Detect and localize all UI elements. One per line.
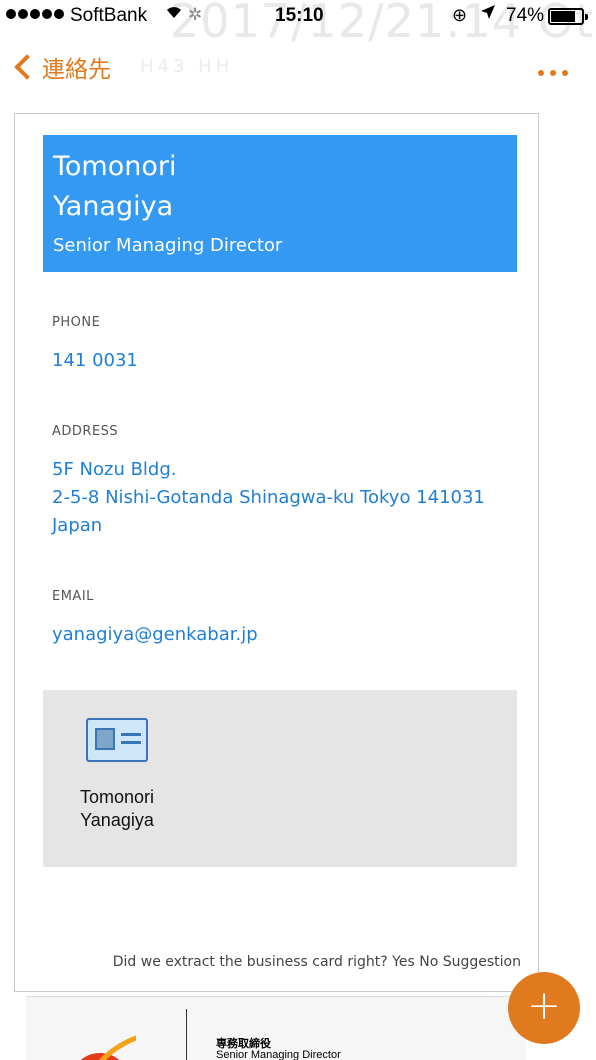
contact-first-name: Tomonori bbox=[53, 151, 177, 182]
preview-divider bbox=[186, 1009, 187, 1060]
attachment-name-line-2: Yanagiya bbox=[80, 810, 154, 830]
business-card-preview[interactable]: 専務取締役 Senior Managing Director bbox=[26, 996, 526, 1060]
company-logo-icon bbox=[80, 1035, 136, 1060]
location-arrow-icon bbox=[480, 4, 496, 25]
carrier-name: SoftBank bbox=[70, 5, 148, 26]
feedback-suggestion-link[interactable]: Suggestion bbox=[443, 954, 521, 970]
attachment-name-line-1: Tomonori bbox=[79, 787, 155, 807]
feedback-no-link[interactable]: No bbox=[419, 954, 438, 970]
signal-strength-icon bbox=[6, 9, 64, 19]
email-label: EMAIL bbox=[52, 589, 94, 604]
attachment-name: Tomonori Yanagiya bbox=[75, 786, 159, 832]
more-options-button[interactable] bbox=[538, 70, 568, 76]
address-value[interactable]: 5F Nozu Bldg. 2-5-8 Nishi-Gotanda Shinag… bbox=[52, 456, 485, 540]
dot-icon bbox=[550, 70, 556, 76]
attachment-panel: Tomonori Yanagiya bbox=[43, 690, 517, 867]
contact-card: Tomonori Yanagiya Senior Managing Direct… bbox=[14, 113, 539, 992]
rotation-lock-icon: ⊕ bbox=[452, 5, 468, 25]
dot-icon bbox=[538, 70, 544, 76]
address-line-2: 2-5-8 Nishi-Gotanda Shinagwa-ku Tokyo 14… bbox=[52, 487, 485, 508]
address-line-3: Japan bbox=[52, 515, 103, 536]
activity-spinner-icon: ✲ bbox=[188, 5, 203, 24]
email-value[interactable]: yanagiya@genkabar.jp bbox=[52, 621, 258, 649]
wifi-icon bbox=[164, 3, 184, 25]
feedback-question: Did we extract the business card right? bbox=[112, 954, 388, 970]
business-card-icon bbox=[86, 718, 148, 762]
status-bar: 2017/12/21:14 Oto SoftBank ✲ 15:10 ⊕ 74% bbox=[0, 0, 596, 48]
feedback-yes-link[interactable]: Yes bbox=[392, 954, 415, 970]
business-card-attachment[interactable]: Tomonori Yanagiya bbox=[75, 718, 159, 832]
extraction-feedback: Did we extract the business card right? … bbox=[113, 954, 521, 970]
battery-percent: 74% bbox=[506, 5, 545, 26]
phone-value[interactable]: 141 0031 bbox=[52, 347, 138, 375]
battery-icon bbox=[548, 8, 588, 25]
address-label: ADDRESS bbox=[52, 424, 119, 439]
contact-job-title: Senior Managing Director bbox=[53, 235, 283, 256]
preview-en-title: Senior Managing Director bbox=[216, 1049, 341, 1060]
status-time: 15:10 bbox=[275, 5, 324, 26]
back-button[interactable]: 連絡先 bbox=[10, 50, 111, 84]
contact-last-name: Yanagiya bbox=[53, 191, 174, 222]
chevron-left-icon bbox=[14, 54, 40, 80]
phone-label: PHONE bbox=[52, 315, 101, 330]
dot-icon bbox=[562, 70, 568, 76]
nav-ghost-text: H43 HH bbox=[140, 56, 234, 77]
address-line-1: 5F Nozu Bldg. bbox=[52, 459, 177, 480]
back-button-label: 連絡先 bbox=[42, 57, 111, 83]
navigation-bar: 連絡先 H43 HH bbox=[0, 40, 596, 96]
contact-header: Tomonori Yanagiya Senior Managing Direct… bbox=[43, 135, 517, 272]
add-button[interactable]: + bbox=[508, 972, 580, 1044]
